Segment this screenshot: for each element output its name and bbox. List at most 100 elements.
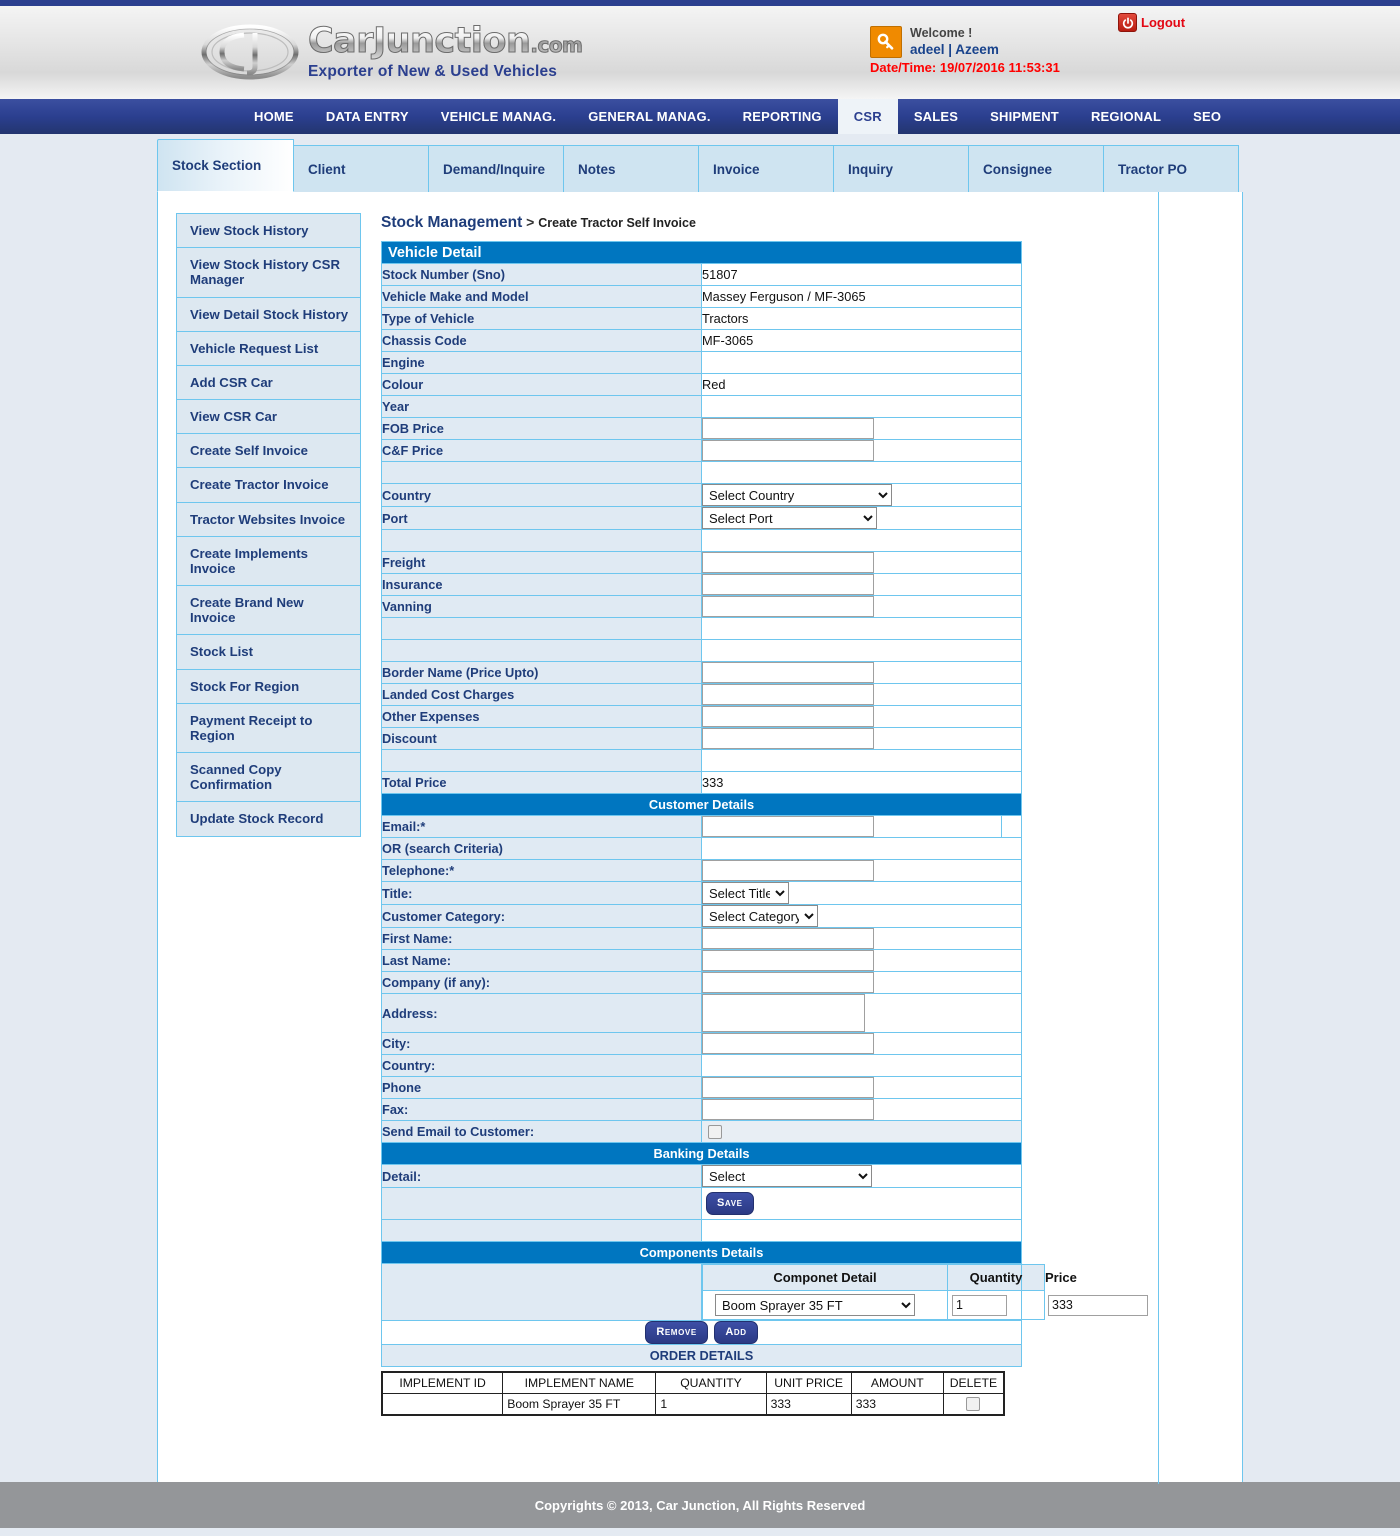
insurance-input[interactable] bbox=[702, 574, 874, 595]
sidebar-item-view-detail-stock-history[interactable]: View Detail Stock History bbox=[177, 297, 360, 332]
order-details-title-row: ORDER DETAILS bbox=[381, 1344, 1022, 1367]
nav-item-seo[interactable]: SEO bbox=[1177, 99, 1237, 134]
tab-consignee[interactable]: Consignee bbox=[968, 145, 1104, 192]
nav-item-home[interactable]: HOME bbox=[238, 99, 310, 134]
tab-client[interactable]: Client bbox=[293, 145, 429, 192]
sidebar-item-create-brand-new-invoice[interactable]: Create Brand New Invoice bbox=[177, 586, 360, 636]
total-price-label: Total Price bbox=[381, 771, 702, 794]
nav-item-sales[interactable]: SALES bbox=[898, 99, 974, 134]
first-name-input[interactable] bbox=[702, 928, 874, 949]
sidebar-item-view-csr-car[interactable]: View CSR Car bbox=[177, 400, 360, 435]
fob-price-input[interactable] bbox=[702, 418, 874, 439]
send-email-checkbox[interactable] bbox=[708, 1124, 722, 1139]
title-select[interactable]: Select Title bbox=[702, 882, 789, 904]
sidebar-item-payment-receipt-to-region[interactable]: Payment Receipt to Region bbox=[177, 703, 360, 754]
banking-detail-label: Detail: bbox=[381, 1164, 702, 1188]
logout-button[interactable]: Logout bbox=[1118, 13, 1185, 32]
spacer-value bbox=[701, 749, 1022, 772]
section-header-row: Components Details bbox=[381, 1241, 1022, 1264]
sidebar-item-view-stock-history-csr-manager[interactable]: View Stock History CSR Manager bbox=[177, 248, 360, 298]
delete-cell bbox=[942, 1393, 1005, 1415]
breadcrumb-main[interactable]: Stock Management bbox=[381, 214, 522, 231]
order-details-wrapper: IMPLEMENT ID IMPLEMENT NAME QUANTITY UNI… bbox=[381, 1371, 1005, 1416]
spacer-row bbox=[381, 1219, 1022, 1242]
breadcrumb-separator: > bbox=[526, 214, 535, 230]
freight-input[interactable] bbox=[702, 552, 874, 573]
vanning-input[interactable] bbox=[702, 596, 874, 617]
year-value bbox=[701, 395, 1022, 418]
table-row: Type of Vehicle Tractors bbox=[381, 307, 1022, 330]
implement-id-header: IMPLEMENT ID bbox=[381, 1372, 504, 1394]
nav-item-general-manag[interactable]: GENERAL MANAG. bbox=[572, 99, 726, 134]
nav-item-reporting[interactable]: REPORTING bbox=[727, 99, 838, 134]
tab-tractor-po[interactable]: Tractor PO bbox=[1103, 145, 1239, 192]
table-row: Company (if any): bbox=[381, 971, 1022, 994]
table-row: Freight bbox=[381, 551, 1022, 574]
sidebar-item-update-stock-record[interactable]: Update Stock Record bbox=[177, 802, 360, 836]
sidebar-item-create-tractor-invoice[interactable]: Create Tractor Invoice bbox=[177, 468, 360, 503]
nav-item-csr[interactable]: CSR bbox=[837, 99, 898, 134]
tab-inquiry[interactable]: Inquiry bbox=[833, 145, 969, 192]
table-row: Border Name (Price Upto) bbox=[381, 661, 1022, 684]
company-label: Company (if any): bbox=[381, 971, 702, 994]
sidebar-item-create-self-invoice[interactable]: Create Self Invoice bbox=[177, 434, 360, 469]
fax-label: Fax: bbox=[381, 1098, 702, 1121]
tab-demand-inquire[interactable]: Demand/Inquire bbox=[428, 145, 564, 192]
quantity-header: Quantity bbox=[947, 1264, 1045, 1291]
tab-notes[interactable]: Notes bbox=[563, 145, 699, 192]
customer-category-select[interactable]: Select Category bbox=[702, 905, 818, 927]
fax-input[interactable] bbox=[702, 1099, 874, 1120]
site-logo[interactable]: CarJunction.com Exporter of New & Used V… bbox=[200, 22, 583, 81]
sidebar-item-view-stock-history[interactable]: View Stock History bbox=[177, 214, 360, 249]
email-input[interactable] bbox=[702, 816, 874, 837]
sidebar-item-scanned-copy-confirmation[interactable]: Scanned Copy Confirmation bbox=[177, 753, 360, 803]
city-label: City: bbox=[381, 1032, 702, 1055]
other-expenses-input[interactable] bbox=[702, 706, 874, 727]
nav-item-regional[interactable]: REGIONAL bbox=[1075, 99, 1177, 134]
spacer-label bbox=[381, 461, 702, 484]
order-delete-checkbox[interactable] bbox=[966, 1397, 981, 1412]
fob-price-label: FOB Price bbox=[381, 417, 702, 440]
tab-stock-section[interactable]: Stock Section bbox=[157, 139, 294, 192]
port-select[interactable]: Select Port bbox=[702, 507, 877, 529]
last-name-input[interactable] bbox=[702, 950, 874, 971]
copyright-text: Copyrights © 2013, Car Junction, All Rig… bbox=[534, 1497, 866, 1513]
address-textarea[interactable] bbox=[702, 994, 865, 1032]
country-select[interactable]: Select Country bbox=[702, 484, 892, 506]
banking-details-section-title: Banking Details bbox=[381, 1142, 1022, 1165]
quantity-col-header: QUANTITY bbox=[655, 1372, 767, 1394]
sidebar-item-stock-for-region[interactable]: Stock For Region bbox=[177, 669, 360, 704]
sidebar-item-create-implements-invoice[interactable]: Create Implements Invoice bbox=[177, 536, 360, 587]
customer-category-label: Customer Category: bbox=[381, 904, 702, 928]
nav-item-shipment[interactable]: SHIPMENT bbox=[974, 99, 1075, 134]
telephone-input[interactable] bbox=[702, 860, 874, 881]
landed-cost-input[interactable] bbox=[702, 684, 874, 705]
nav-item-data-entry[interactable]: DATA ENTRY bbox=[310, 99, 425, 134]
cf-price-input[interactable] bbox=[702, 440, 874, 461]
border-name-input[interactable] bbox=[702, 662, 874, 683]
remove-component-button[interactable]: Remove bbox=[645, 1321, 708, 1344]
phone-input[interactable] bbox=[702, 1077, 874, 1098]
company-input[interactable] bbox=[702, 972, 874, 993]
vehicle-type-value: Tractors bbox=[701, 307, 1022, 330]
city-input[interactable] bbox=[702, 1033, 874, 1054]
table-row: City: bbox=[381, 1032, 1022, 1055]
component-quantity-input[interactable] bbox=[952, 1294, 1007, 1316]
breadcrumb: Stock Management > Create Tractor Self I… bbox=[381, 214, 1048, 232]
component-price-input[interactable] bbox=[1048, 1294, 1148, 1316]
table-row: C&F Price bbox=[381, 439, 1022, 462]
sidebar-item-tractor-websites-invoice[interactable]: Tractor Websites Invoice bbox=[177, 502, 360, 537]
content-area: View Stock History View Stock History CSR… bbox=[157, 192, 1243, 1484]
sidebar-item-vehicle-request-list[interactable]: Vehicle Request List bbox=[177, 331, 360, 366]
nav-item-vehicle-manag[interactable]: VEHICLE MANAG. bbox=[425, 99, 572, 134]
table-row: Boom Sprayer 35 FT 1 333 333 bbox=[381, 1393, 1005, 1415]
save-button[interactable]: Save bbox=[706, 1192, 754, 1215]
discount-input[interactable] bbox=[702, 728, 874, 749]
add-component-button[interactable]: Add bbox=[714, 1321, 758, 1344]
sidebar-item-add-csr-car[interactable]: Add CSR Car bbox=[177, 365, 360, 401]
sidebar-item-stock-list[interactable]: Stock List bbox=[177, 635, 360, 670]
spacer-value bbox=[701, 529, 1022, 552]
banking-detail-select[interactable]: Select bbox=[702, 1165, 872, 1187]
component-select[interactable]: Boom Sprayer 35 FT bbox=[715, 1294, 915, 1316]
tab-invoice[interactable]: Invoice bbox=[698, 145, 834, 192]
